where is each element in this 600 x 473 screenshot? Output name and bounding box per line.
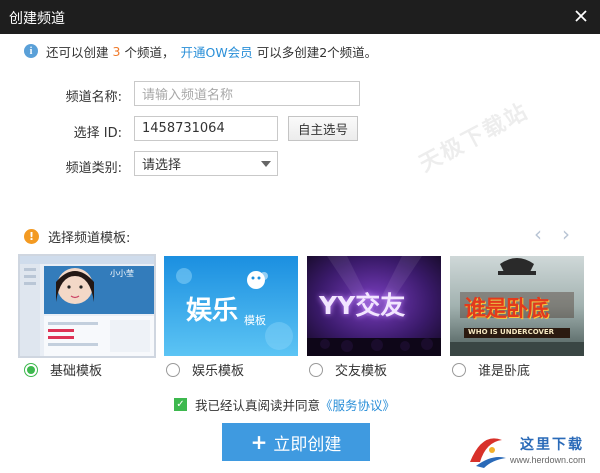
template-section-heading: ! 选择频道模板:: [24, 227, 130, 246]
radio-entertainment[interactable]: [166, 362, 180, 377]
window-title: 创建频道: [9, 11, 65, 27]
radio-undercover[interactable]: [452, 362, 466, 377]
undercover-thumb-sub: WHO IS UNDERCOVER: [468, 328, 555, 336]
logo-url: www.herdown.com: [510, 455, 586, 465]
template-label-undercover: 谁是卧底: [478, 364, 531, 379]
dating-thumb-text: YY交友: [319, 291, 406, 320]
logo-swirl-icon: [470, 438, 506, 468]
channel-id-label: 选择 ID:: [73, 126, 122, 141]
service-agreement-link[interactable]: 《服务协议》: [320, 395, 395, 414]
entertainment-thumb-sub: 模板: [244, 314, 266, 327]
info-notice: i 还可以创建 3 个频道， 开通OW会员 可以多创建2个频道。: [24, 42, 377, 60]
channel-id-value: 1458731064: [142, 121, 225, 136]
chevron-down-icon: [261, 161, 271, 167]
channel-name-input[interactable]: 请输入频道名称: [134, 81, 360, 106]
create-button[interactable]: + 立即创建: [222, 423, 370, 461]
entertainment-thumb-text: 娱乐: [186, 296, 239, 326]
template-option-dating[interactable]: 交友模板: [309, 360, 387, 379]
basic-thumb-text: 小小莹: [110, 269, 134, 278]
create-button-label: 立即创建: [273, 434, 342, 455]
radio-basic[interactable]: [24, 362, 38, 377]
template-label-dating: 交友模板: [335, 364, 388, 379]
logo-brand: 这里下载: [520, 437, 584, 453]
channel-name-label: 频道名称:: [65, 90, 122, 105]
template-heading: 选择频道模板:: [48, 231, 131, 246]
prev-arrow-icon[interactable]: ‹: [534, 222, 542, 246]
channel-type-select[interactable]: 请选择: [134, 151, 278, 176]
channel-type-label: 频道类别:: [65, 161, 122, 176]
info-icon: i: [24, 44, 38, 58]
title-bar: 创建频道: [0, 0, 600, 34]
channel-type-value: 请选择: [142, 158, 182, 173]
undercover-thumb-text: 谁是卧底: [464, 297, 549, 322]
info-prefix: 还可以创建: [46, 44, 109, 60]
choose-id-button[interactable]: 自主选号: [288, 116, 358, 141]
plus-icon: +: [250, 430, 268, 454]
template-label-entertainment: 娱乐模板: [192, 364, 245, 379]
ow-member-link[interactable]: 开通OW会员: [180, 42, 252, 61]
site-logo: 这里下载 www.herdown.com: [462, 428, 600, 473]
close-icon[interactable]: [570, 5, 592, 27]
next-arrow-icon[interactable]: ›: [562, 222, 570, 246]
template-option-undercover[interactable]: 谁是卧底: [452, 360, 530, 379]
template-label-basic: 基础模板: [50, 364, 103, 379]
agreement-checkbox[interactable]: ✓: [174, 398, 187, 411]
warning-icon: !: [24, 229, 39, 244]
info-mid: 个频道，: [124, 44, 175, 60]
template-thumb-dating[interactable]: YY交友: [307, 256, 441, 356]
channel-id-input[interactable]: 1458731064: [134, 116, 278, 141]
radio-dating[interactable]: [309, 362, 323, 377]
template-thumb-entertainment[interactable]: 娱乐 模板: [164, 256, 298, 356]
template-thumb-undercover[interactable]: 谁是卧底 WHO IS UNDERCOVER: [450, 256, 584, 356]
remaining-count: 3: [112, 43, 121, 59]
template-option-entertainment[interactable]: 娱乐模板: [166, 360, 244, 379]
template-thumb-basic[interactable]: 小小莹: [18, 254, 156, 358]
agreement-row: ✓ 我已经认真阅读并同意 《服务协议》: [174, 395, 395, 414]
channel-name-placeholder: 请输入频道名称: [142, 88, 234, 103]
agreement-text: 我已经认真阅读并同意: [195, 398, 321, 413]
info-suffix: 可以多创建2个频道。: [256, 44, 378, 60]
watermark: 天极下载站: [415, 98, 534, 178]
template-option-basic[interactable]: 基础模板: [24, 360, 102, 379]
